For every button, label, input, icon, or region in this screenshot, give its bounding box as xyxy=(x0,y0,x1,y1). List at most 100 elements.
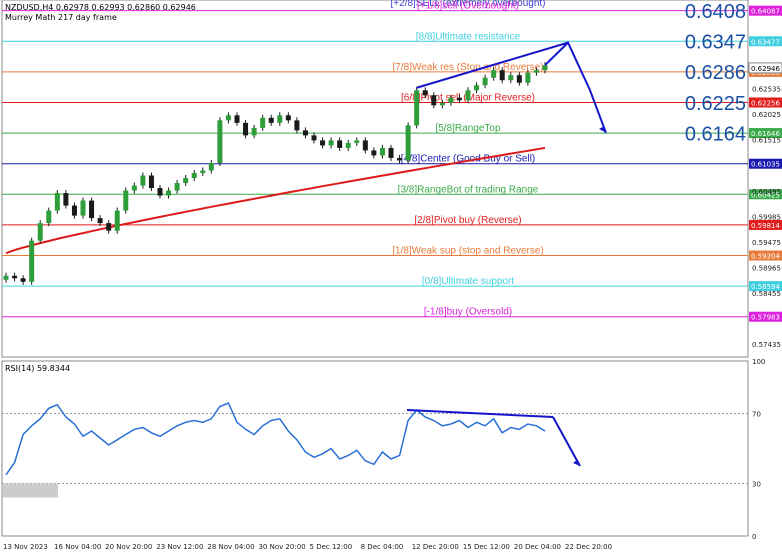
candle-body xyxy=(234,115,240,123)
candle-body xyxy=(54,193,60,211)
candle-body xyxy=(148,175,154,189)
candle-body xyxy=(268,117,274,123)
candle-body xyxy=(405,125,411,161)
candle-body xyxy=(251,127,257,136)
target-label: 0.6408 xyxy=(685,1,746,23)
candle-body xyxy=(525,72,531,83)
candle-body xyxy=(354,140,360,143)
candle-body xyxy=(328,140,334,146)
candle-body xyxy=(260,117,266,128)
murrey-label: [3/8]RangeBot of trading Range xyxy=(398,184,539,195)
candle-body xyxy=(285,115,291,121)
candle-body xyxy=(542,65,548,71)
candle-body xyxy=(191,172,197,178)
candle-body xyxy=(200,170,206,173)
candle-body xyxy=(508,75,514,81)
murrey-label: [-1/8]buy (Oversold) xyxy=(424,307,512,318)
candle-body xyxy=(397,157,403,161)
candle-body xyxy=(217,120,223,163)
time-tick-label: 15 Dec 12:00 xyxy=(463,543,510,551)
candle-body xyxy=(46,210,52,224)
murrey-label: [5/8]RangeTop xyxy=(435,123,500,134)
candle-body xyxy=(465,90,471,101)
candle-body xyxy=(311,135,317,141)
rsi-tick-label: 0 xyxy=(752,533,756,541)
candle-body xyxy=(71,205,77,216)
candle-body xyxy=(499,70,505,81)
candle-body xyxy=(106,223,112,231)
candle-body xyxy=(294,120,300,131)
murrey-label: [7/8]Weak res (Stop and Reverse) xyxy=(393,62,544,73)
candle-body xyxy=(277,115,283,123)
candle-body xyxy=(29,240,35,282)
candle-body xyxy=(482,77,488,86)
murrey-levels: [+2/8]SELL (extremely overbought)[+1/8]s… xyxy=(2,0,782,322)
time-tick-label: 13 Nov 2023 xyxy=(3,543,48,551)
price-tick-label: 0.57435 xyxy=(752,341,781,349)
time-tick-label: 16 Nov 04:00 xyxy=(54,543,101,551)
candle-body xyxy=(157,188,163,196)
price-tick-label: 0.62535 xyxy=(752,85,781,93)
candle-body xyxy=(225,115,231,121)
candle-body xyxy=(183,177,189,184)
candle-body xyxy=(63,193,69,206)
candle-body xyxy=(97,218,103,224)
candle-body xyxy=(491,70,497,78)
candle-body xyxy=(414,90,420,126)
time-tick-label: 12 Dec 20:00 xyxy=(412,543,459,551)
candle-body xyxy=(3,275,9,280)
candle-body xyxy=(388,147,394,158)
rsi-tick-label: 30 xyxy=(752,481,761,489)
time-tick-label: 30 Nov 20:00 xyxy=(258,543,305,551)
main-panel-frame xyxy=(1,0,749,358)
target-label: 0.6164 xyxy=(685,123,746,145)
candle-body xyxy=(439,102,445,106)
level-tag-text: 0.59814 xyxy=(751,222,780,230)
level-tag-text: 0.59204 xyxy=(751,253,780,261)
candle-body xyxy=(20,278,26,282)
time-tick-label: 20 Dec 04:00 xyxy=(514,543,561,551)
target-label: 0.6286 xyxy=(685,62,746,84)
candle-body xyxy=(345,142,351,148)
candle-body xyxy=(37,223,43,241)
rsi-gray-box xyxy=(3,483,58,498)
level-tag-text: 0.64087 xyxy=(751,8,780,16)
candle-body xyxy=(456,97,462,101)
murrey-label: [+1/8]sell (Overbought) xyxy=(417,1,519,12)
target-label: 0.6225 xyxy=(685,93,746,115)
rsi-title: RSI(14) 59.8344 xyxy=(5,364,70,373)
current-price-text: 0.62946 xyxy=(751,65,780,73)
murrey-label: [0/8]Ultimate support xyxy=(422,276,514,287)
candle-body xyxy=(208,162,214,171)
price-tick-label: 0.59475 xyxy=(752,239,781,247)
candle-body xyxy=(371,150,377,156)
rsi-tick-label: 100 xyxy=(752,358,765,366)
murrey-label: [1/8]Weak sup (stop and Reverse) xyxy=(392,246,544,257)
rsi-panel: RSI(14) 59.8344 100 70 30 0 xyxy=(2,358,765,541)
rsi-panel-frame xyxy=(1,360,749,537)
candle-body xyxy=(448,97,454,103)
time-tick-label: 22 Dec 20:00 xyxy=(565,543,612,551)
forecast-arrow-path xyxy=(544,40,607,134)
rsi-arrow xyxy=(552,416,581,467)
candle-body xyxy=(174,183,180,191)
candle-body xyxy=(140,175,146,186)
candle-body xyxy=(474,85,480,91)
candle-body xyxy=(12,275,18,279)
candle-body xyxy=(533,70,539,73)
level-tag-text: 0.63477 xyxy=(751,38,780,46)
candle-body xyxy=(302,130,308,136)
price-tick-label: 0.58965 xyxy=(752,264,781,272)
time-tick-label: 5 Dec 12:00 xyxy=(310,543,353,551)
candle-body xyxy=(166,190,172,196)
murrey-label: [4/8]Center (Good Buy or Sell) xyxy=(401,154,536,165)
candle-body xyxy=(80,200,86,216)
price-tick-label: 0.61515 xyxy=(752,137,781,145)
time-tick-label: 23 Nov 12:00 xyxy=(156,543,203,551)
time-axis: 13 Nov 2023 16 Nov 04:00 20 Nov 20:00 23 No… xyxy=(3,543,612,551)
candle-body xyxy=(131,185,137,191)
candle-body xyxy=(516,75,522,83)
candle-body xyxy=(431,95,437,106)
candle-body xyxy=(362,140,368,151)
trendlines xyxy=(416,40,607,134)
